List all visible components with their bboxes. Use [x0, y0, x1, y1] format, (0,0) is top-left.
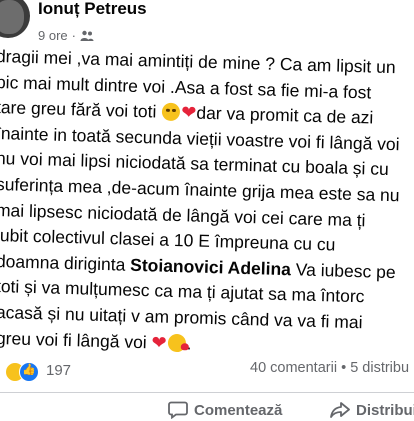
text-segment: doamna diriginta: [0, 250, 131, 275]
crying-face-emoji: [162, 102, 181, 122]
post-stats: 197 40 comentarii • 5 distribu: [0, 356, 414, 384]
action-bar: Comentează Distribui: [0, 394, 414, 421]
text-segment: Va iubesc pe: [290, 259, 396, 282]
like-reaction-icon: [19, 362, 39, 382]
post-text-line: greu voi fi lângă voi ❤.: [0, 327, 192, 354]
reaction-icons[interactable]: [5, 362, 41, 382]
face-blowing-kiss-emoji: [167, 333, 186, 352]
comments-shares: 40 comentarii • 5 distribu: [250, 360, 409, 376]
avatar[interactable]: [0, 0, 30, 38]
red-heart-emoji: ❤: [151, 331, 167, 353]
comment-button[interactable]: Comentează: [168, 401, 282, 419]
comments-count[interactable]: 40 comentarii: [250, 360, 337, 376]
red-heart-emoji: ❤: [181, 102, 197, 123]
stats-dot: •: [341, 360, 347, 376]
mentioned-name-link[interactable]: Stoianovici Adelina: [130, 255, 291, 279]
author-name[interactable]: Ionuț Petreus: [38, 0, 147, 19]
text-segment: dar va promit ca de azi: [196, 102, 374, 128]
text-segment: greu voi fi lângă voi: [0, 327, 152, 352]
divider: [0, 392, 414, 393]
share-button[interactable]: Distribui: [330, 401, 414, 419]
text-segment: tare greu fără voi toti: [0, 97, 162, 122]
post-text: dragii mei ,va mai amintiți de mine ? Ca…: [0, 40, 414, 360]
share-label: Distribui: [356, 401, 414, 419]
shares-count[interactable]: 5 distribu: [350, 360, 409, 376]
text-segment: iubit colectivul clasei a 10 E împreuna …: [0, 225, 336, 255]
comment-label: Comentează: [194, 401, 283, 419]
share-icon: [330, 401, 350, 419]
comment-icon: [168, 401, 188, 419]
reactions-count[interactable]: 197: [46, 362, 71, 379]
